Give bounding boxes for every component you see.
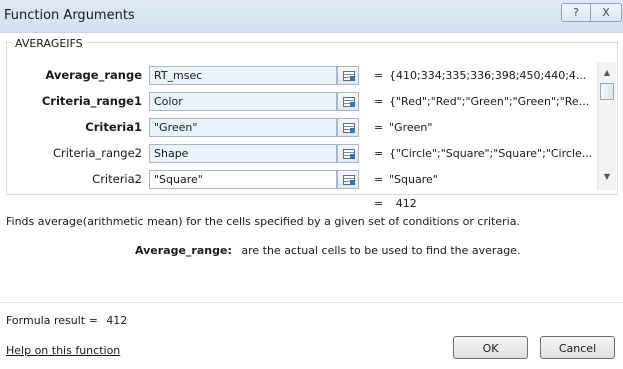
equals-sign: =: [374, 147, 384, 160]
equals-sign: =: [374, 173, 384, 186]
arg-label-criteria2: Criteria2: [92, 172, 142, 186]
collapse-dialog-icon[interactable]: [337, 118, 359, 137]
equals-sign: =: [374, 95, 384, 108]
arg-input-average-range[interactable]: [149, 66, 337, 85]
scroll-down-icon[interactable]: ▼: [602, 172, 612, 182]
function-description: Finds average(arithmetic mean) for the c…: [6, 215, 520, 228]
title-bar[interactable]: Function Arguments ? X: [0, 0, 623, 33]
arg-input-criteria-range2[interactable]: [149, 144, 337, 163]
arg-input-criteria1[interactable]: [149, 118, 337, 137]
argument-help: Average_range: are the actual cells to b…: [135, 244, 520, 257]
collapse-dialog-icon[interactable]: [337, 66, 359, 85]
arg-label-criteria1: Criteria1: [85, 120, 142, 134]
ok-button[interactable]: OK: [453, 336, 528, 359]
equals-sign: =: [374, 69, 384, 82]
collapse-dialog-icon[interactable]: [337, 92, 359, 111]
equals-sign: =: [374, 121, 384, 134]
arg-input-criteria-range1[interactable]: [149, 92, 337, 111]
argument-help-name: Average_range:: [135, 244, 232, 257]
formula-result-label: Formula result =: [6, 314, 98, 327]
divider: [0, 302, 623, 303]
scrollbar-thumb[interactable]: [600, 83, 614, 100]
arg-result-average-range: {410;334;335;336;398;450;440;4...: [389, 69, 587, 82]
function-name: AVERAGEIFS: [12, 37, 86, 50]
argument-help-text: are the actual cells to be used to find …: [241, 244, 521, 257]
arg-result-criteria-range1: {"Red";"Red";"Green";"Green";"Re...: [389, 95, 590, 108]
arg-result-criteria1: "Green": [389, 121, 433, 134]
overall-result: = 412: [374, 197, 417, 210]
formula-result-value: 412: [106, 314, 128, 327]
arg-result-criteria2: "Square": [389, 173, 438, 186]
arguments-scrollbar[interactable]: ▲ ▼: [597, 62, 616, 190]
formula-result: Formula result = 412: [6, 314, 127, 327]
scroll-up-icon[interactable]: ▲: [602, 68, 612, 78]
equals-sign: =: [374, 197, 384, 210]
function-arguments-dialog: Function Arguments ? X AVERAGEIFS Averag…: [0, 0, 623, 369]
dialog-title: Function Arguments: [4, 8, 135, 23]
arg-result-criteria-range2: {"Circle";"Square";"Square";"Circle...: [389, 147, 593, 160]
arg-label-criteria-range2: Criteria_range2: [52, 146, 142, 160]
arg-label-average-range: Average_range: [45, 68, 142, 82]
close-icon[interactable]: X: [590, 3, 622, 22]
help-on-function-link[interactable]: Help on this function: [6, 344, 120, 357]
arg-label-criteria-range1: Criteria_range1: [41, 94, 142, 108]
collapse-dialog-icon[interactable]: [337, 144, 359, 163]
arg-input-criteria2[interactable]: [149, 170, 337, 189]
collapse-dialog-icon[interactable]: [337, 170, 359, 189]
cancel-button[interactable]: Cancel: [540, 336, 615, 359]
overall-result-value: 412: [395, 197, 417, 210]
help-icon[interactable]: ?: [561, 3, 591, 22]
